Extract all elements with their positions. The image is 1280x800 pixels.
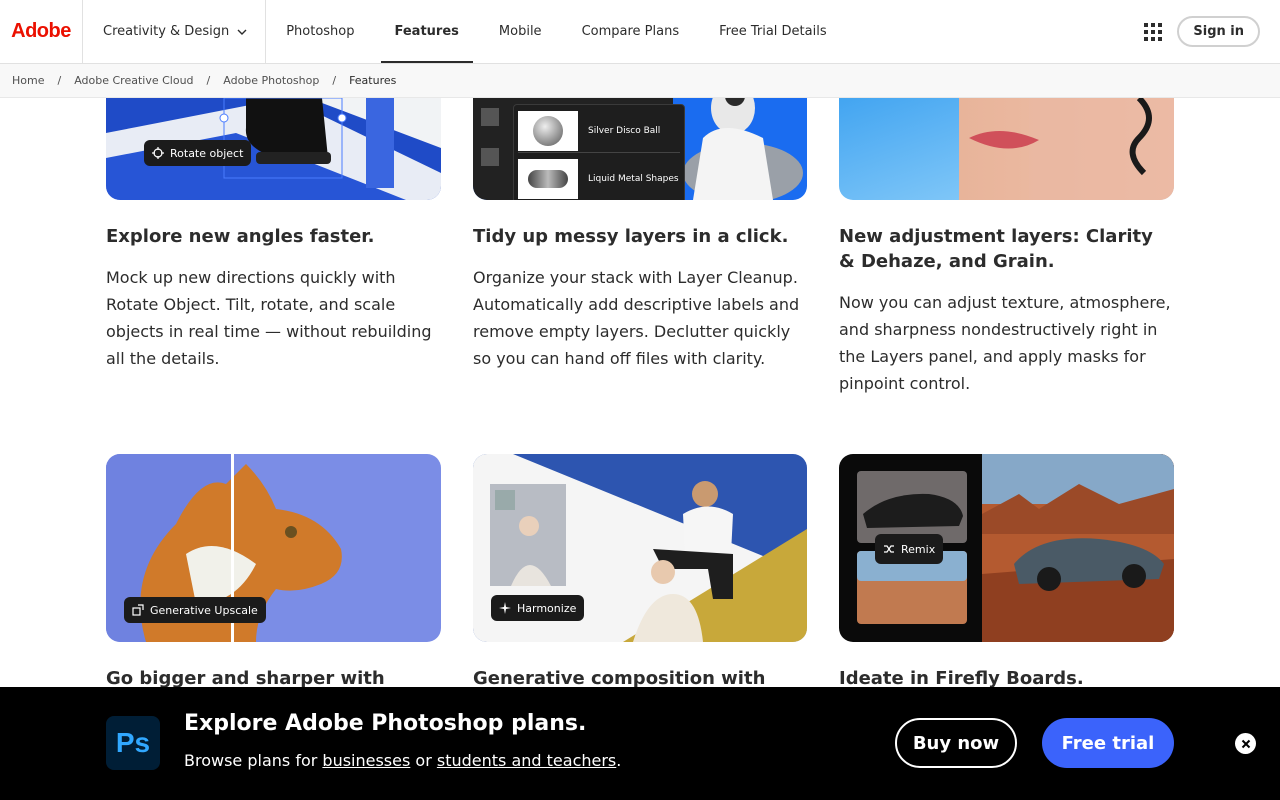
feature-card-layer-cleanup: Tidy up messy layers in a click. Organiz… xyxy=(473,224,808,372)
feature-card-firefly-boards: Ideate in Firefly Boards. xyxy=(839,666,1174,687)
global-nav: Adobe Creativity & Design Photoshop Feat… xyxy=(0,0,1280,64)
breadcrumb-separator: / xyxy=(332,74,337,87)
rotate-object-image: Rotate object xyxy=(106,98,441,200)
layer-row[interactable]: Liquid Metal Shapes xyxy=(518,157,680,200)
sign-in-button[interactable]: Sign in xyxy=(1177,16,1260,47)
upscale-icon xyxy=(132,604,144,616)
plans-promo-bar: Ps Explore Adobe Photoshop plans. Browse… xyxy=(0,687,1280,800)
promo-title: Explore Adobe Photoshop plans. xyxy=(184,711,587,736)
feature-card-rotate-object: Explore new angles faster. Mock up new d… xyxy=(106,224,441,372)
feature-card-harmonize: Generative composition with xyxy=(473,666,808,687)
card-body: Mock up new directions quickly with Rota… xyxy=(106,268,432,368)
generative-upscale-image: Generative Upscale xyxy=(106,454,441,642)
nav-category-label: Creativity & Design xyxy=(103,24,230,39)
promo-subtitle: Browse plans for businesses or students … xyxy=(184,751,622,770)
nav-link-features[interactable]: Features xyxy=(375,0,479,64)
breadcrumb-separator: / xyxy=(57,74,62,87)
generative-upscale-badge: Generative Upscale xyxy=(124,597,266,623)
card-title: New adjustment layers: Clarity & Dehaze,… xyxy=(839,226,1153,272)
card-title: Tidy up messy layers in a click. xyxy=(473,226,789,247)
rotate-icon xyxy=(152,147,164,159)
rotate-object-badge: Rotate object xyxy=(144,140,252,166)
breadcrumb-photoshop[interactable]: Adobe Photoshop xyxy=(223,74,319,87)
businesses-link[interactable]: businesses xyxy=(322,751,410,770)
disco-ball-thumbnail xyxy=(518,110,578,151)
card-body: Now you can adjust texture, atmosphere, … xyxy=(839,293,1171,393)
breadcrumb-current: Features xyxy=(349,74,397,87)
adjustment-layers-image xyxy=(839,98,1174,200)
close-icon[interactable] xyxy=(1235,733,1256,754)
nav-link-compare-plans[interactable]: Compare Plans xyxy=(562,0,700,64)
metal-shapes-thumbnail xyxy=(518,159,578,199)
buy-now-button[interactable]: Buy now xyxy=(895,718,1017,768)
layer-cleanup-image: Silver Disco Ball Liquid Metal Shapes xyxy=(473,98,807,200)
breadcrumb-home[interactable]: Home xyxy=(12,74,44,87)
breadcrumb-creative-cloud[interactable]: Adobe Creative Cloud xyxy=(74,74,193,87)
adobe-logo[interactable]: Adobe xyxy=(0,0,83,64)
students-teachers-link[interactable]: students and teachers xyxy=(437,751,616,770)
harmonize-badge: Harmonize xyxy=(491,595,585,621)
chevron-down-icon xyxy=(237,29,247,35)
card-title: Ideate in Firefly Boards. xyxy=(839,668,1084,687)
nav-link-photoshop[interactable]: Photoshop xyxy=(266,0,374,64)
card-title: Go bigger and sharper with Topaz xyxy=(106,668,385,687)
feature-card-generative-upscale: Go bigger and sharper with Topaz xyxy=(106,666,441,687)
card-body: Organize your stack with Layer Cleanup. … xyxy=(473,268,800,368)
firefly-boards-image: Remix xyxy=(839,454,1174,642)
apps-grid-icon[interactable] xyxy=(1143,22,1163,42)
photoshop-app-icon: Ps xyxy=(106,716,160,770)
feature-card-adjustment-layers: New adjustment layers: Clarity & Dehaze,… xyxy=(839,224,1174,397)
breadcrumb-separator: / xyxy=(206,74,211,87)
shuffle-icon xyxy=(884,545,894,553)
features-grid: Rotate object Silver Disco Ball Liquid M… xyxy=(0,98,1280,687)
remix-badge: Remix xyxy=(875,534,944,564)
card-title: Generative composition with xyxy=(473,668,766,687)
nav-link-free-trial-details[interactable]: Free Trial Details xyxy=(699,0,847,64)
nav-link-mobile[interactable]: Mobile xyxy=(479,0,562,64)
layers-panel: Silver Disco Ball Liquid Metal Shapes xyxy=(513,104,685,200)
breadcrumb: Home / Adobe Creative Cloud / Adobe Phot… xyxy=(0,64,1280,98)
nav-category-dropdown[interactable]: Creativity & Design xyxy=(83,0,267,64)
sparkle-icon xyxy=(499,602,511,614)
free-trial-button[interactable]: Free trial xyxy=(1042,718,1174,768)
layer-row[interactable]: Silver Disco Ball xyxy=(518,109,680,153)
card-title: Explore new angles faster. xyxy=(106,226,375,247)
harmonize-image: Harmonize xyxy=(473,454,807,642)
